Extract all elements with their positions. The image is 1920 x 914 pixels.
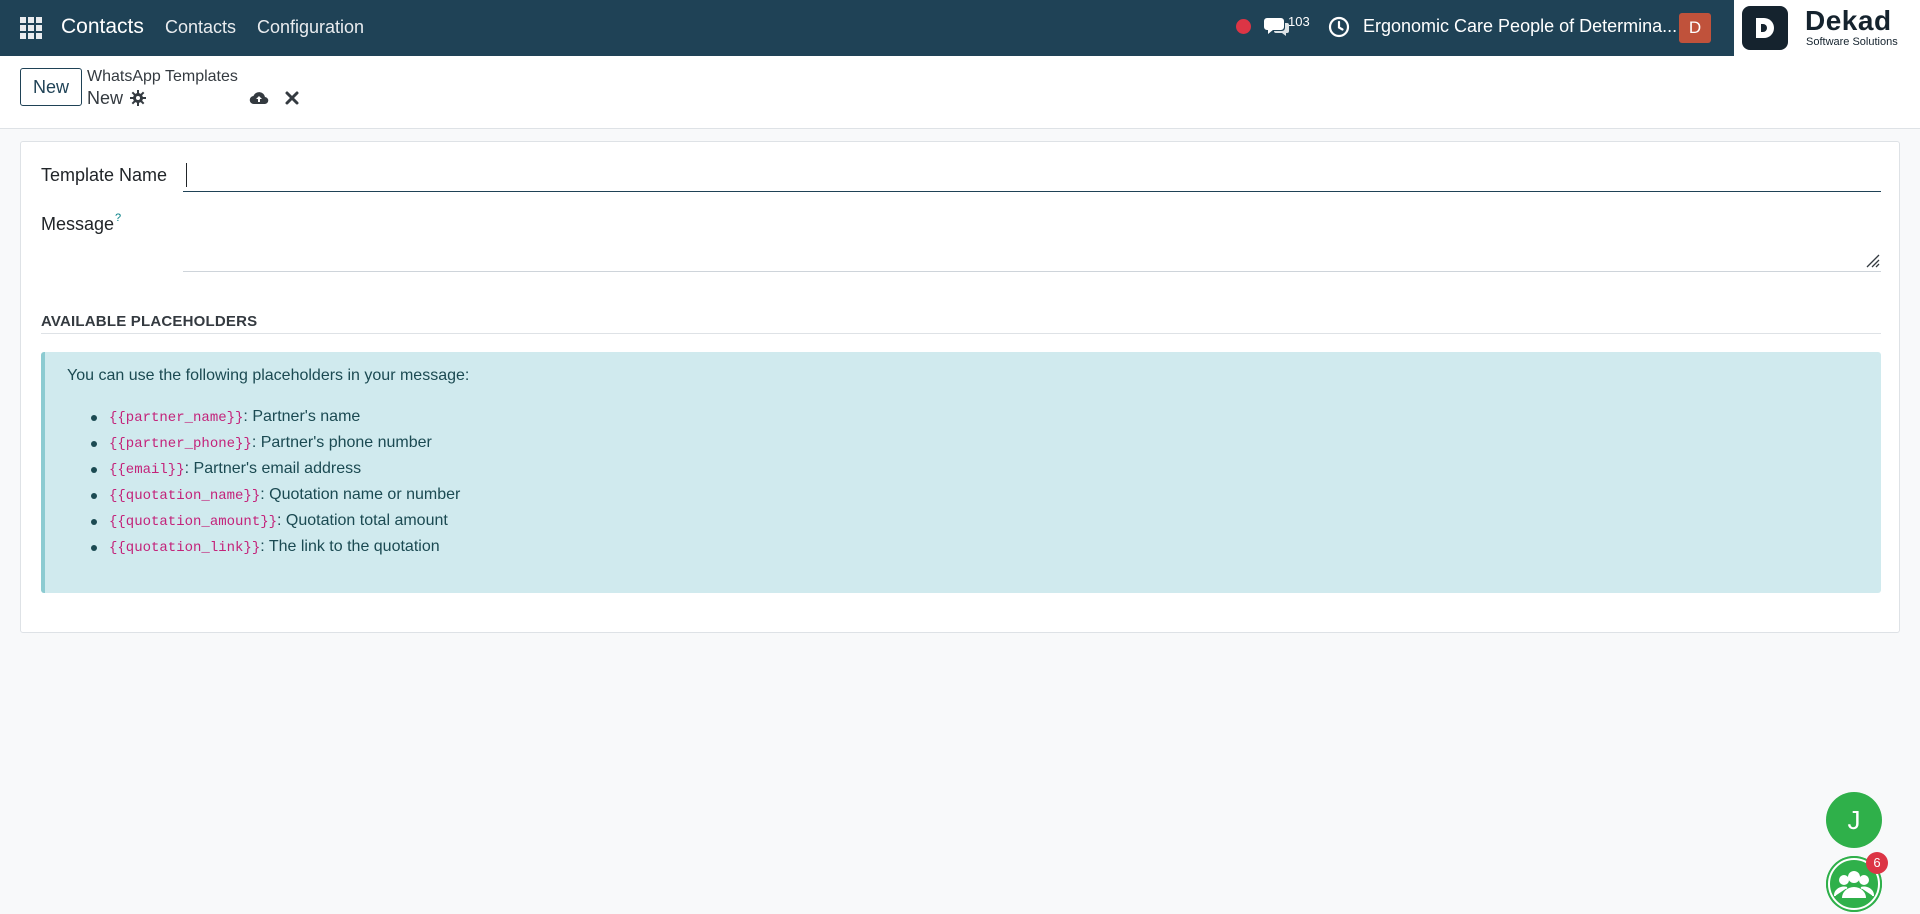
menu-contacts[interactable]: Contacts bbox=[165, 17, 236, 38]
placeholder-desc: : Quotation name or number bbox=[260, 486, 461, 503]
user-avatar[interactable]: D bbox=[1679, 13, 1711, 43]
resize-handle-icon[interactable] bbox=[1864, 252, 1880, 268]
user-chat-bubble[interactable]: J bbox=[1826, 792, 1882, 848]
text-cursor bbox=[186, 163, 187, 187]
list-item: {{partner_name}}: Partner's name bbox=[91, 408, 460, 434]
gear-icon[interactable] bbox=[130, 90, 146, 106]
list-item: {{partner_phone}}: Partner's phone numbe… bbox=[91, 434, 460, 460]
placeholders-info-box: You can use the following placeholders i… bbox=[41, 352, 1881, 593]
company-switcher[interactable]: Ergonomic Care People of Determina... bbox=[1363, 16, 1677, 37]
close-icon[interactable] bbox=[284, 90, 300, 106]
placeholder-code: {{partner_name}} bbox=[109, 410, 244, 426]
recording-indicator-icon[interactable] bbox=[1236, 19, 1251, 34]
list-item: {{quotation_amount}}: Quotation total am… bbox=[91, 512, 460, 538]
info-intro: You can use the following placeholders i… bbox=[67, 367, 470, 384]
placeholder-code: {{quotation_amount}} bbox=[109, 514, 278, 530]
template-name-input[interactable] bbox=[183, 158, 1881, 192]
message-label: Message bbox=[41, 214, 115, 234]
new-button[interactable]: New bbox=[20, 68, 82, 106]
placeholder-code: {{quotation_link}} bbox=[109, 540, 261, 556]
placeholder-code: {{partner_phone}} bbox=[109, 436, 252, 452]
list-item: {{quotation_link}}: The link to the quot… bbox=[91, 538, 460, 564]
placeholder-desc: : Partner's phone number bbox=[251, 434, 432, 451]
section-divider bbox=[41, 333, 1881, 334]
placeholder-desc: : Partner's name bbox=[243, 408, 361, 425]
placeholder-code: {{email}} bbox=[109, 462, 185, 478]
placeholder-list: {{partner_name}}: Partner's name {{partn… bbox=[91, 408, 460, 564]
cloud-upload-icon[interactable] bbox=[249, 89, 269, 107]
placeholder-desc: : Partner's email address bbox=[184, 460, 362, 477]
company-logo: Dekad Software Solutions bbox=[1734, 0, 1920, 56]
record-name: New bbox=[87, 88, 124, 108]
logo-mark-icon bbox=[1742, 6, 1788, 50]
placeholder-code: {{quotation_name}} bbox=[109, 488, 261, 504]
logo-title: Dekad bbox=[1805, 5, 1892, 36]
form-sheet: Template Name Message ? AVAILABLE PLACEH… bbox=[20, 141, 1900, 633]
top-navbar: Contacts Contacts Configuration 103 Ergo… bbox=[0, 0, 1920, 56]
message-textarea[interactable] bbox=[183, 206, 1881, 272]
list-item: {{quotation_name}}: Quotation name or nu… bbox=[91, 486, 460, 512]
section-title: AVAILABLE PLACEHOLDERS bbox=[41, 313, 258, 330]
app-brand[interactable]: Contacts bbox=[61, 15, 144, 39]
list-item: {{email}}: Partner's email address bbox=[91, 460, 460, 486]
placeholder-desc: : Quotation total amount bbox=[277, 512, 448, 529]
logo-subtitle: Software Solutions bbox=[1806, 36, 1898, 48]
breadcrumb-whatsapp-templates[interactable]: WhatsApp Templates bbox=[87, 68, 238, 86]
activity-clock-icon[interactable] bbox=[1328, 16, 1350, 38]
control-panel: New WhatsApp Templates New bbox=[0, 56, 1920, 129]
message-count-badge: 103 bbox=[1288, 14, 1310, 29]
chat-notification-badge: 6 bbox=[1866, 852, 1888, 874]
apps-menu-icon[interactable] bbox=[20, 17, 42, 39]
menu-configuration[interactable]: Configuration bbox=[257, 17, 364, 38]
help-tooltip-icon[interactable]: ? bbox=[115, 212, 121, 224]
messaging-icon[interactable] bbox=[1264, 16, 1290, 38]
template-name-label: Template Name bbox=[41, 165, 168, 185]
placeholder-desc: : The link to the quotation bbox=[260, 538, 440, 555]
